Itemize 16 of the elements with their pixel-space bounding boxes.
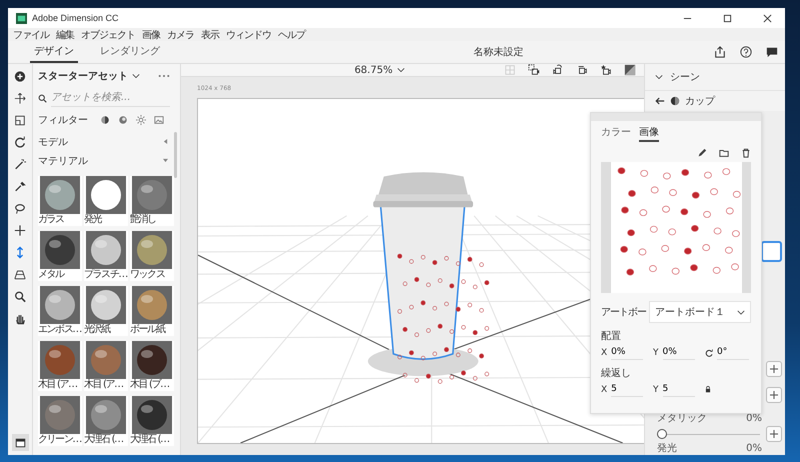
repeat-label: 繰返し [601, 366, 632, 380]
axis-label: X [601, 348, 608, 358]
property-value: 0% [746, 443, 762, 455]
property-label: メタリック [657, 413, 707, 425]
axis-label: Y [653, 348, 658, 358]
filter-label: フィルター [38, 114, 88, 127]
axis-label: X [601, 384, 608, 394]
axis-label: Y [653, 384, 658, 394]
object-name: カップ [685, 94, 715, 108]
scene-title: シーン [670, 71, 700, 84]
window-title: Adobe Dimension CC [32, 13, 119, 23]
document-title: 名称未設定 [472, 46, 524, 59]
property-label: 発光 [657, 443, 677, 455]
artboard-label: アートボー [601, 306, 646, 319]
property-value: 0% [746, 413, 762, 425]
placement-label: 配置 [601, 330, 622, 343]
